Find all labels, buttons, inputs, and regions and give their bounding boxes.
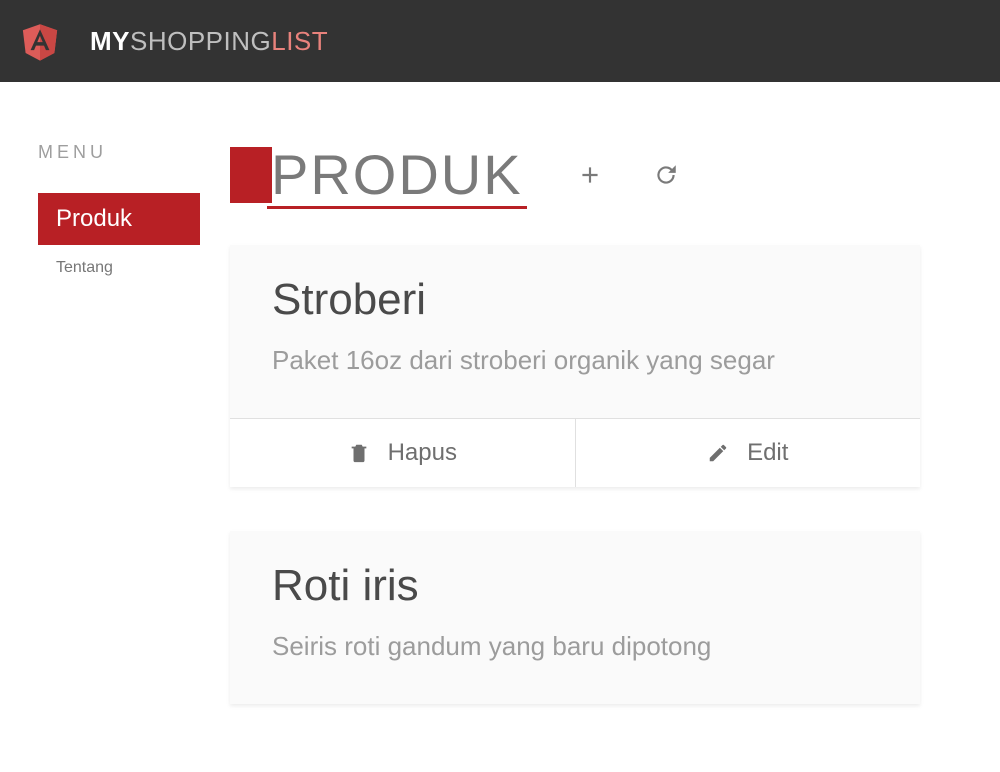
product-card-body: Roti iris Seiris roti gandum yang baru d… <box>230 531 920 704</box>
edit-icon <box>707 442 729 464</box>
delete-label: Hapus <box>388 439 457 467</box>
page-title: PRODUK <box>267 142 527 207</box>
product-name: Roti iris <box>272 561 878 611</box>
brand-title: MYSHOPPINGLIST <box>90 26 328 57</box>
brand-part3: LIST <box>271 26 328 56</box>
brand-part1: MY <box>90 26 130 56</box>
plus-icon <box>577 162 603 188</box>
edit-button[interactable]: Edit <box>575 419 921 487</box>
sidebar-item-produk[interactable]: Produk <box>38 193 200 245</box>
sidebar: MENU Produk Tentang <box>0 142 200 748</box>
trash-icon <box>348 442 370 464</box>
product-description: Paket 16oz dari stroberi organik yang se… <box>272 337 878 384</box>
sidebar-item-label: Produk <box>56 205 132 232</box>
main-content: PRODUK Stroberi Paket 16o <box>200 142 1000 748</box>
sidebar-item-label: Tentang <box>56 259 113 276</box>
angular-logo-icon <box>20 19 60 63</box>
edit-label: Edit <box>747 439 788 467</box>
product-card-actions: Hapus Edit <box>230 418 920 487</box>
page-title-wrap: PRODUK <box>267 142 527 207</box>
product-card: Stroberi Paket 16oz dari stroberi organi… <box>230 245 920 487</box>
add-button[interactable] <box>577 162 603 188</box>
sidebar-item-tentang[interactable]: Tentang <box>38 249 200 287</box>
title-underline <box>267 206 527 209</box>
refresh-button[interactable] <box>653 162 679 188</box>
menu-heading: MENU <box>38 142 200 163</box>
page-header-actions <box>577 162 679 188</box>
delete-button[interactable]: Hapus <box>230 419 575 487</box>
product-card: Roti iris Seiris roti gandum yang baru d… <box>230 531 920 704</box>
refresh-icon <box>653 162 679 188</box>
product-card-body: Stroberi Paket 16oz dari stroberi organi… <box>230 245 920 418</box>
product-description: Seiris roti gandum yang baru dipotong <box>272 623 878 670</box>
page-header: PRODUK <box>230 142 920 207</box>
brand-part2: SHOPPING <box>130 26 271 56</box>
title-accent-block <box>230 147 272 203</box>
topbar: MYSHOPPINGLIST <box>0 0 1000 82</box>
product-name: Stroberi <box>272 275 878 325</box>
